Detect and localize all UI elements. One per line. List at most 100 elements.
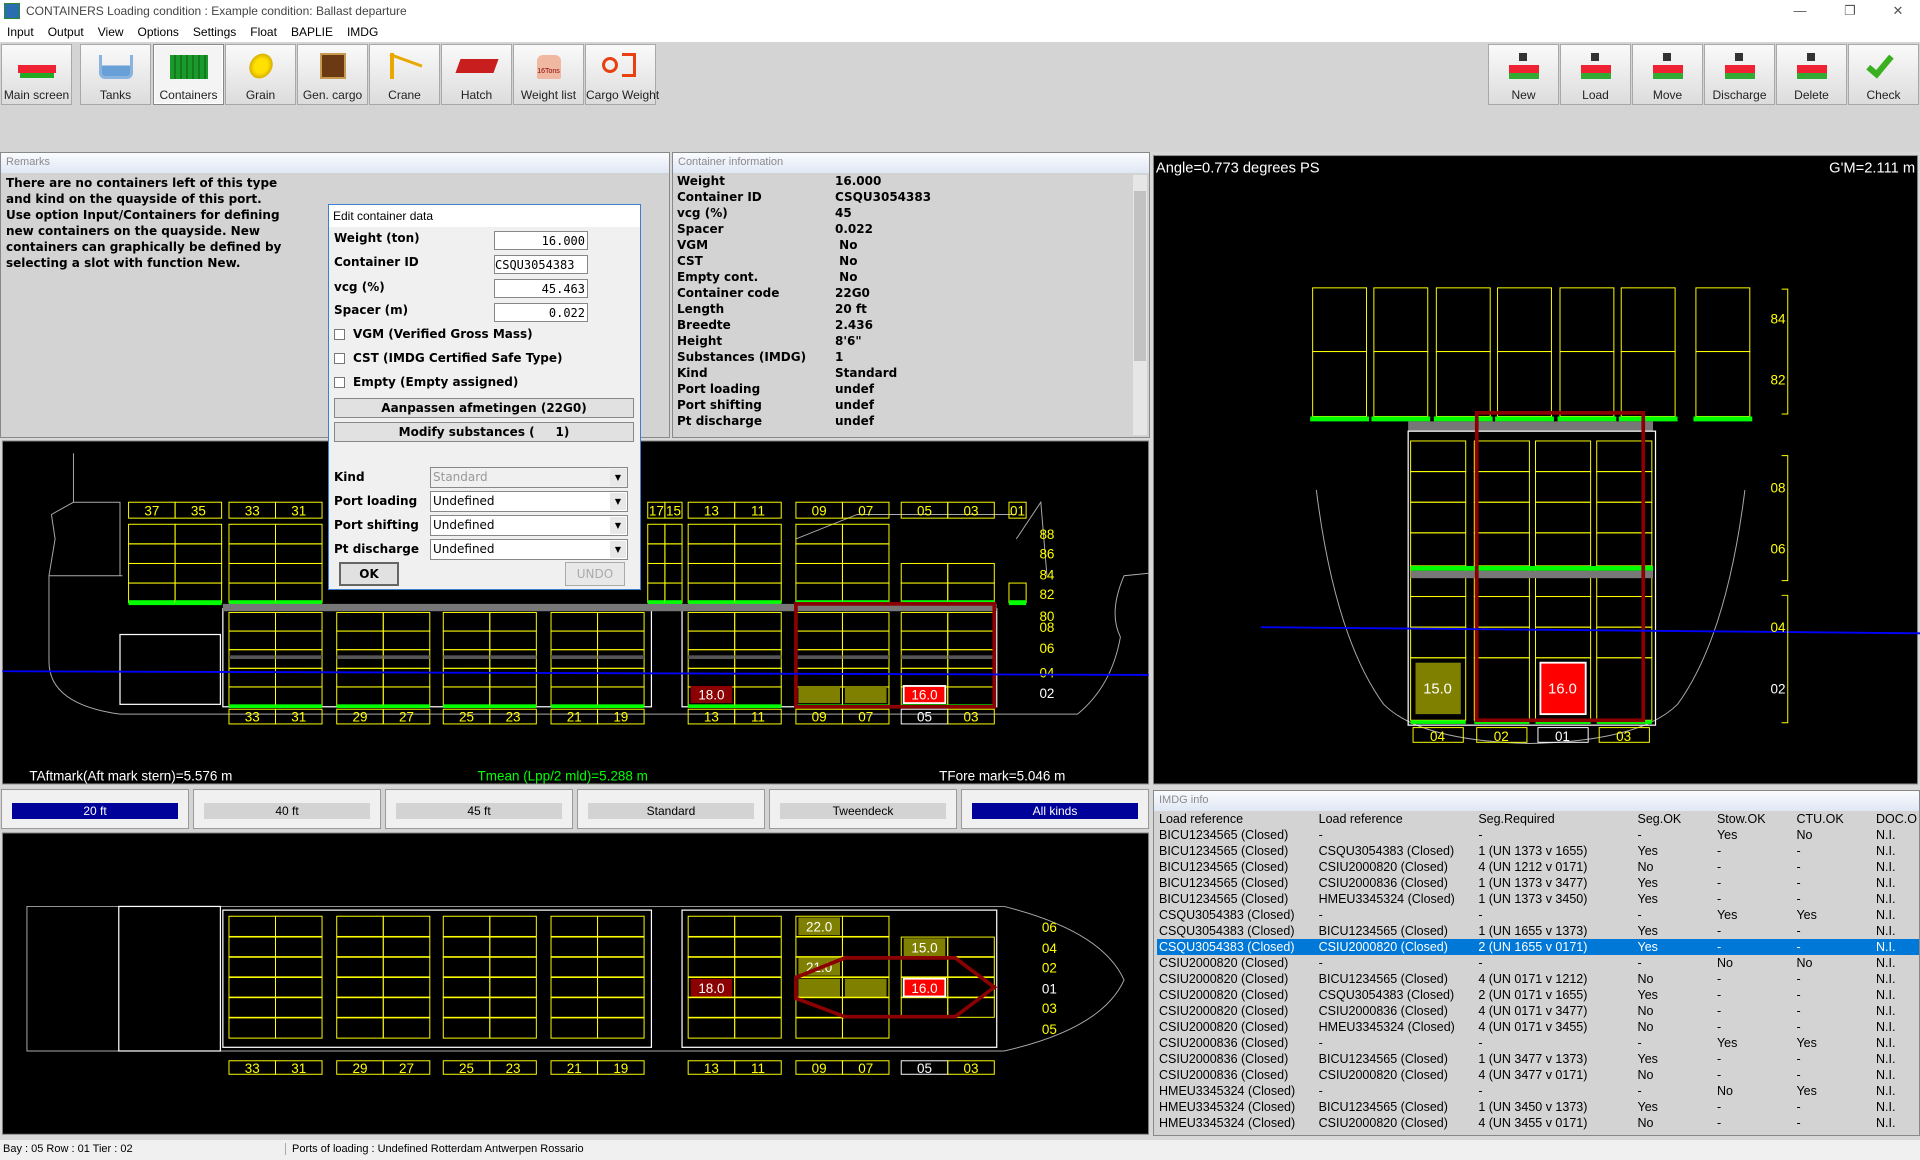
imdg-row[interactable]: CSIU2000836 (Closed) BICU1234565 (Closed)… [1157,1051,1919,1067]
imdg-row[interactable]: CSQU3054383 (Closed) CSIU2000820 (Closed)… [1157,939,1919,955]
imdg-row[interactable]: CSQU3054383 (Closed) BICU1234565 (Closed)… [1157,923,1919,939]
checkbox-box[interactable] [334,376,345,388]
imdg-row[interactable]: CSIU2000820 (Closed) - - - No No N.I. [1157,955,1919,971]
imdg-row[interactable]: HMEU3345324 (Closed) CSIU2000820 (Closed)… [1157,1115,1919,1131]
imdg-row[interactable]: BICU1234565 (Closed) CSIU2000836 (Closed)… [1157,875,1919,891]
toolbar-button-load[interactable]: Load [1560,44,1631,105]
imdg-cell: CSIU2000820 (Closed) [1159,956,1289,970]
deck-container-slot [1559,351,1615,417]
weight-input[interactable] [494,231,588,250]
imdg-row[interactable]: CSIU2000836 (Closed) CSIU2000820 (Closed)… [1157,1067,1919,1083]
deck-container-slot [841,562,890,584]
plan-container-slot [228,996,276,1018]
toolbar-button-discharge[interactable]: Discharge [1704,44,1775,105]
column-header[interactable]: Seg.Required [1476,811,1635,827]
toolbar-button-hatch[interactable]: Hatch [441,44,512,105]
imdg-row[interactable]: CSIU2000820 (Closed) BICU1234565 (Closed)… [1157,971,1919,987]
empty-checkbox[interactable]: Empty (Empty assigned) [334,375,518,389]
imdg-row[interactable]: CSIU2000820 (Closed) HMEU3345324 (Closed)… [1157,1019,1919,1035]
toolbar-button-new[interactable]: New [1488,44,1559,105]
imdg-cell: N.I. [1875,844,1896,858]
imdg-row[interactable]: CSIU2000820 (Closed) CSQU3054383 (Closed)… [1157,987,1919,1003]
plan-container-slot [734,956,782,978]
imdg-row[interactable]: BICU1234565 (Closed) CSIU2000820 (Closed)… [1157,859,1919,875]
dropdown-arrow-icon[interactable]: ▼ [610,517,626,534]
close-button[interactable]: ✕ [1878,0,1918,22]
menu-output[interactable]: Output [41,25,91,39]
filter-tweendeck-button[interactable]: Tweendeck [769,789,957,829]
toolbar-button-check[interactable]: Check [1848,44,1919,105]
toolbar-button-tanks[interactable]: Tanks [80,44,151,105]
column-header[interactable]: Seg.OK [1636,811,1715,827]
maximize-button[interactable]: ❐ [1830,0,1870,22]
menu-float[interactable]: Float [243,25,284,39]
imdg-cell: N.I. [1875,1068,1896,1082]
toolbar-button-cargo-weight[interactable]: Cargo Weight [585,44,659,105]
info-value: No [835,237,858,252]
imdg-row[interactable]: CSIU2000836 (Closed) - - - Yes Yes N.I. [1157,1035,1919,1051]
toolbar-button-containers[interactable]: Containers [153,44,224,105]
adjust-dimensions-button[interactable]: Aanpassen afmetingen (22G0) [334,398,634,418]
toolbar-button-main-screen[interactable]: Main screen [1,44,72,105]
info-row: vcg (%) 45 [677,205,931,221]
kind-select[interactable]: Standard ▼ [430,467,628,488]
vcg-input[interactable] [494,279,588,298]
filter-all-kinds-button[interactable]: All kinds [961,789,1149,829]
tweendeck [489,655,537,660]
cst-checkbox[interactable]: CST (IMDG Certified Safe Type) [334,351,563,365]
menu-view[interactable]: View [91,25,131,39]
port-shifting-select[interactable]: Undefined ▼ [430,515,628,536]
plan-container-slot [734,996,782,1018]
spacer-input[interactable] [494,303,588,322]
imdg-cell: - [1796,876,1801,890]
undo-button[interactable]: UNDO [565,562,625,586]
bay-label-box [228,501,276,519]
imdg-row[interactable]: HMEU3345324 (Closed) - - - No Yes N.I. [1157,1083,1919,1099]
column-header[interactable]: DOC.O [1874,811,1919,827]
modify-substances-button[interactable]: Modify substances ( 1) [334,422,634,442]
menu-baplie[interactable]: BAPLIE [284,25,340,39]
column-header[interactable]: CTU.OK [1794,811,1874,827]
dropdown-arrow-icon[interactable]: ▼ [610,469,626,486]
dropdown-arrow-icon[interactable]: ▼ [610,541,626,558]
imdg-row[interactable]: BICU1234565 (Closed) CSQU3054383 (Closed)… [1157,843,1919,859]
column-header[interactable]: Load reference [1157,811,1317,827]
imdg-cell: - [1716,892,1722,906]
imdg-cell: - [1796,892,1801,906]
column-header[interactable]: Load reference [1317,811,1477,827]
vgm-checkbox[interactable]: VGM (Verified Gross Mass) [334,327,533,341]
port-loading-select[interactable]: Undefined ▼ [430,491,628,512]
minimize-button[interactable]: — [1780,0,1820,22]
menu-settings[interactable]: Settings [186,25,243,39]
imdg-row[interactable]: BICU1234565 (Closed) HMEU3345324 (Closed)… [1157,891,1919,907]
imdg-row[interactable]: BICU1234565 (Closed) - - - Yes No N.I. [1157,827,1919,843]
menu-options[interactable]: Options [131,25,186,39]
filter-40-ft-button[interactable]: 40 ft [193,789,381,829]
checkbox-box[interactable] [334,352,345,364]
checkbox-box[interactable] [334,328,345,340]
toolbar-button-crane[interactable]: Crane [369,44,440,105]
imdg-row[interactable]: CSIU2000820 (Closed) CSIU2000836 (Closed)… [1157,1003,1919,1019]
menu-input[interactable]: Input [0,25,41,39]
bay-label-box [795,708,843,725]
toolbar-button-move[interactable]: Move [1632,44,1703,105]
toolbar-button-grain[interactable]: Grain [225,44,296,105]
container-info-scrollbar[interactable] [1133,175,1147,435]
info-value: CSQU3054383 [835,189,932,204]
column-header[interactable]: Stow.OK [1715,811,1795,827]
filter-label: 45 ft [396,803,562,819]
toolbar-button-gen-cargo[interactable]: Gen. cargo [297,44,368,105]
container-id-input[interactable] [494,255,588,274]
dropdown-arrow-icon[interactable]: ▼ [610,493,626,510]
menu-imdg[interactable]: IMDG [340,25,385,39]
toolbar-button-weight-list[interactable]: 16Tons Weight list [513,44,584,105]
filter-45-ft-button[interactable]: 45 ft [385,789,573,829]
ok-button[interactable]: OK [339,562,399,586]
imdg-row[interactable]: CSQU3054383 (Closed) - - - Yes Yes N.I. [1157,907,1919,923]
filter-20-ft-button[interactable]: 20 ft [1,789,189,829]
imdg-row[interactable]: HMEU3345324 (Closed) BICU1234565 (Closed)… [1157,1099,1919,1115]
deck-container-slot [275,543,323,564]
filter-standard-button[interactable]: Standard [577,789,765,829]
pt-discharge-select[interactable]: Undefined ▼ [430,539,628,560]
toolbar-button-delete[interactable]: Delete [1776,44,1847,105]
